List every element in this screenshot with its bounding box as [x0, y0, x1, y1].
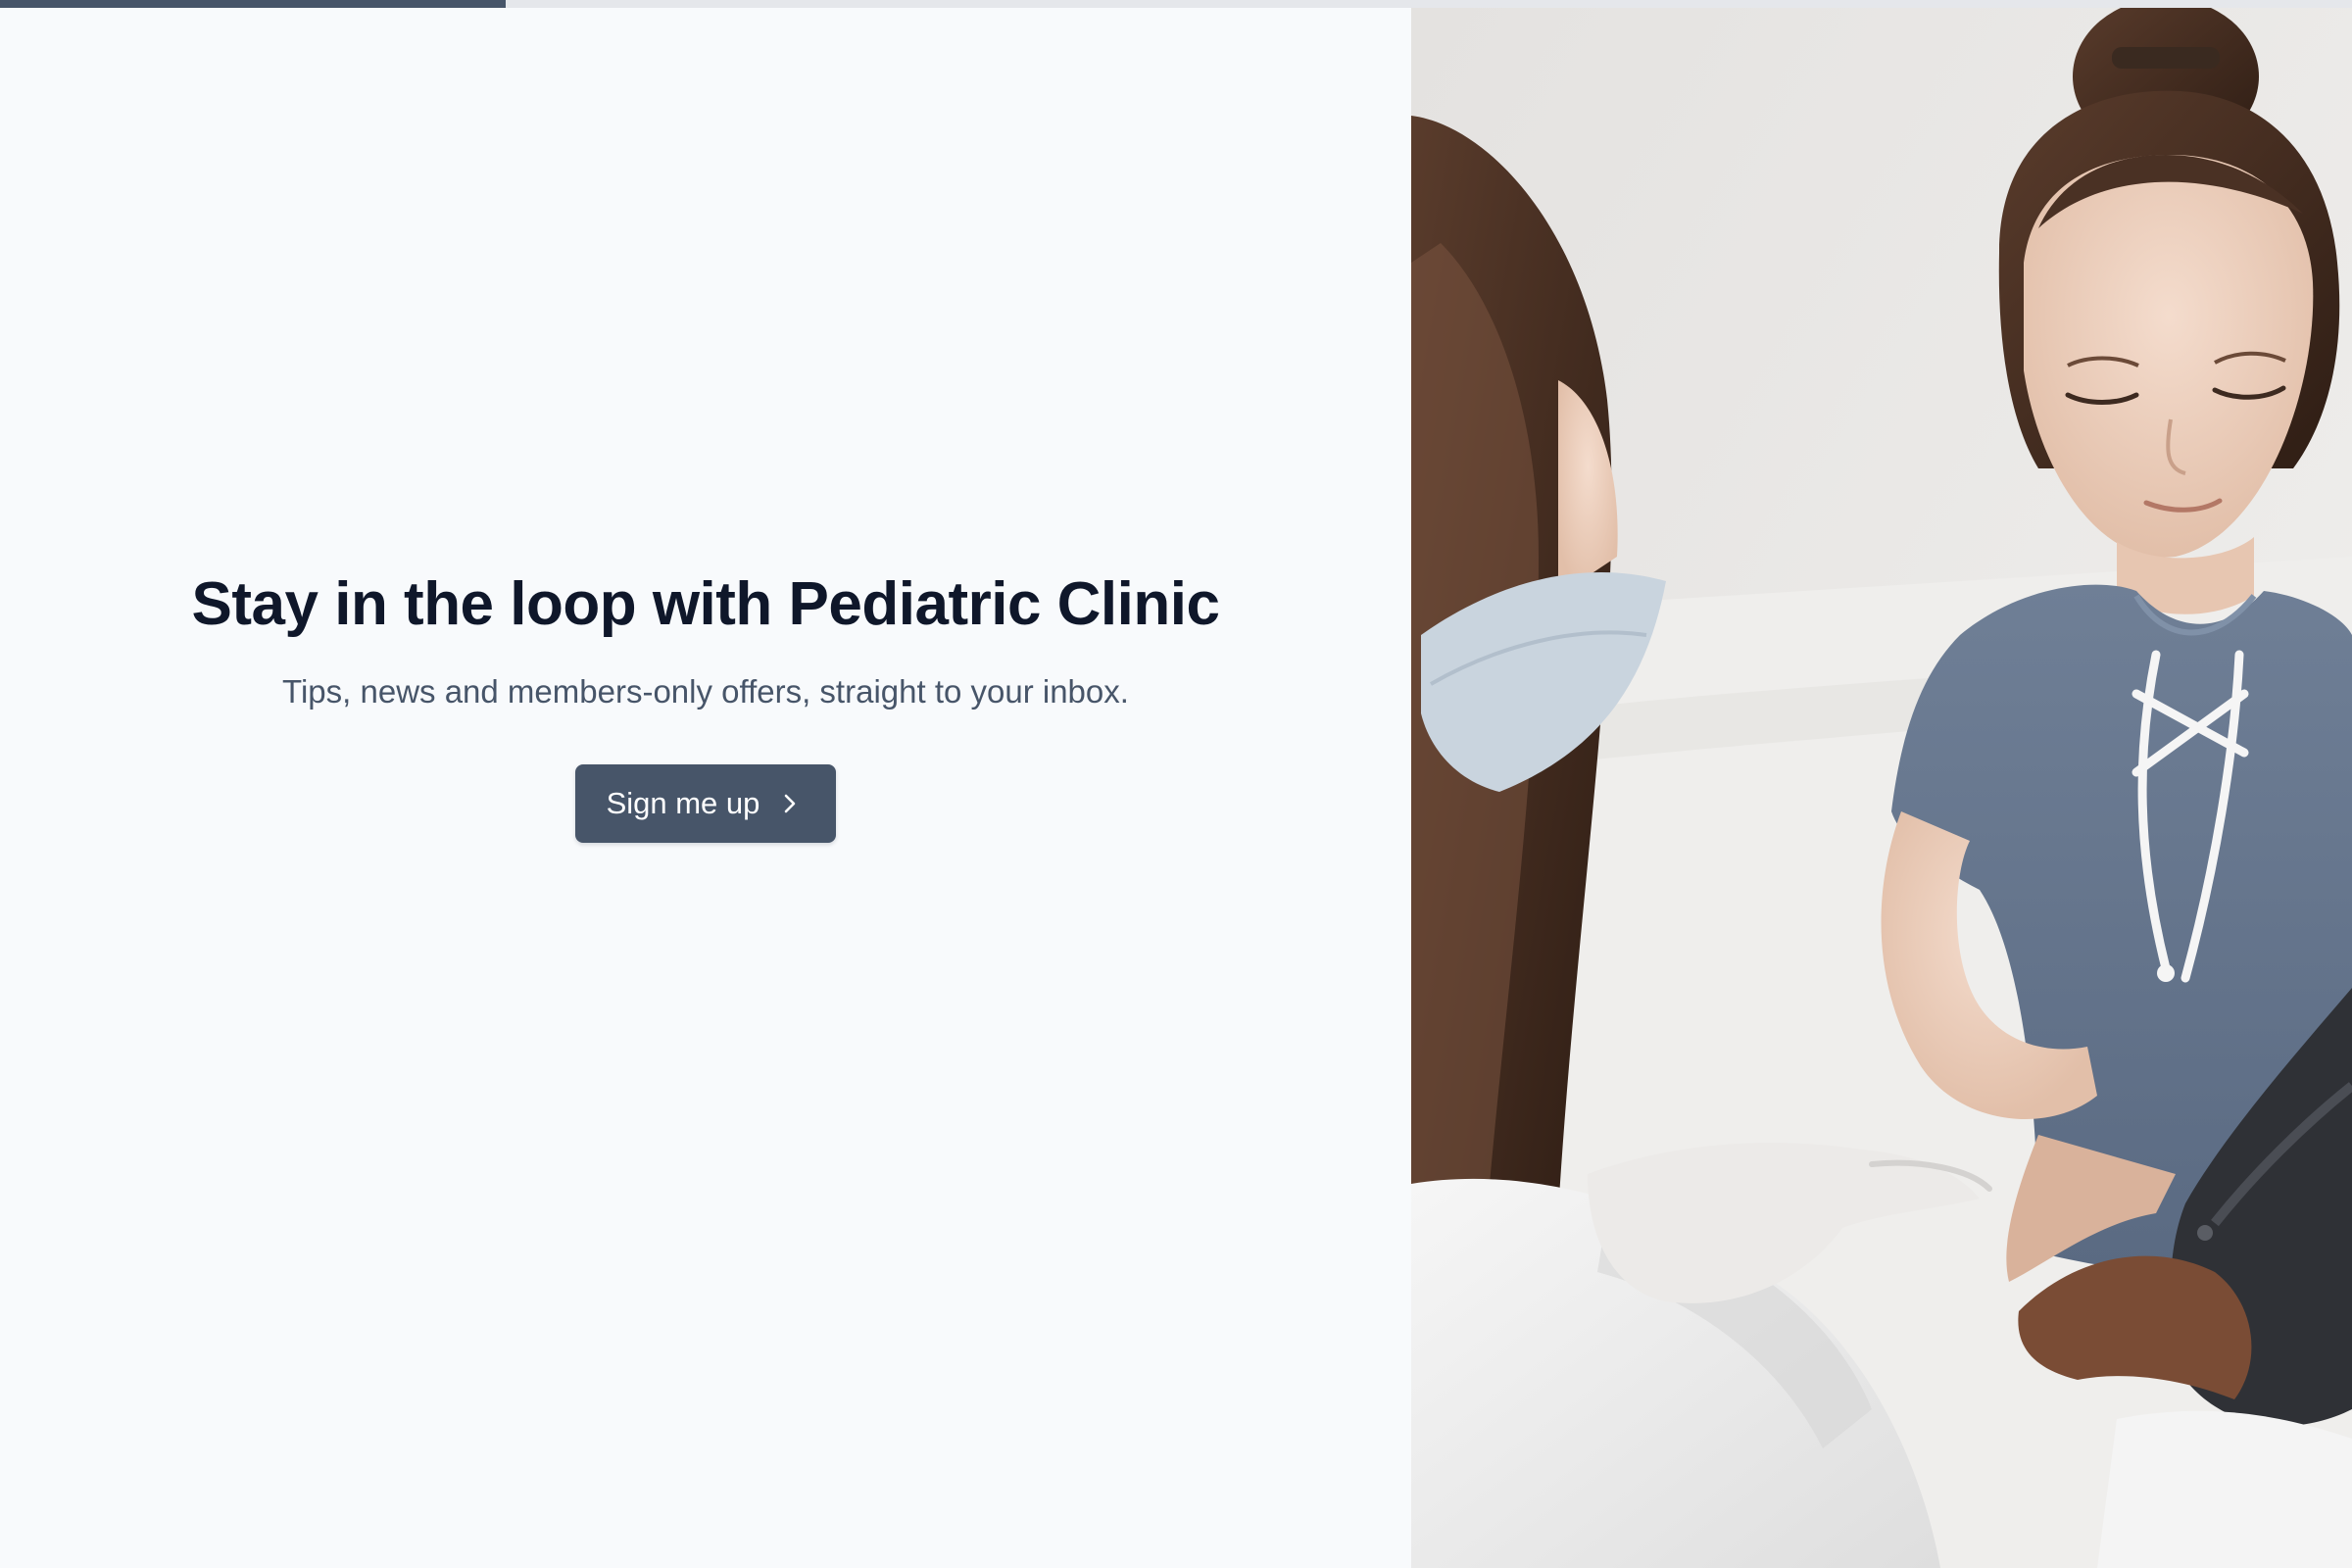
page-subtitle: Tips, news and members-only offers, stra…	[282, 672, 1129, 710]
signup-content: Stay in the loop with Pediatric Clinic T…	[191, 568, 1220, 843]
sign-up-button-label: Sign me up	[606, 785, 760, 820]
sign-up-button[interactable]: Sign me up	[574, 763, 837, 843]
chevron-right-icon	[779, 793, 801, 814]
clinic-photo-illustration	[1411, 8, 2352, 1568]
signup-panel: Stay in the loop with Pediatric Clinic T…	[0, 8, 1411, 1568]
progress-bar-fill	[0, 0, 506, 8]
progress-bar	[0, 0, 2352, 8]
page-title: Stay in the loop with Pediatric Clinic	[191, 570, 1220, 639]
signup-page: Stay in the loop with Pediatric Clinic T…	[0, 0, 2352, 1568]
clinic-photo	[1411, 8, 2352, 1568]
